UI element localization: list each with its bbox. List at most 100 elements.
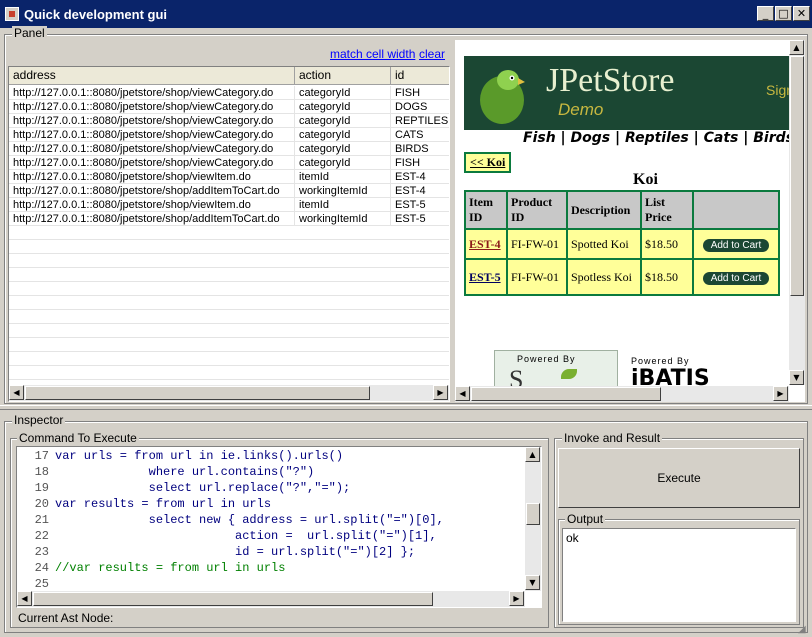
browser-vscroll-thumb[interactable] (790, 56, 804, 296)
code-text[interactable]: var urls = from url in ie.links().urls() (55, 449, 343, 463)
column-header-action[interactable]: action (295, 67, 391, 85)
table-row[interactable]: http://127.0.0.1::8080/jpetstore/shop/vi… (9, 114, 449, 128)
code-text[interactable]: id = url.split("=")[2] }; (55, 545, 415, 559)
address-cell[interactable]: http://127.0.0.1::8080/jpetstore/shop/vi… (9, 156, 295, 170)
nav-cats[interactable]: Cats (704, 130, 739, 146)
id-cell[interactable]: CATS (391, 128, 449, 142)
id-cell[interactable]: EST-4 (391, 184, 449, 198)
action-cell[interactable]: itemId (295, 170, 391, 184)
code-text[interactable]: //var results = from url in urls (55, 561, 285, 575)
scroll-up-arrow-icon[interactable]: ▲ (525, 447, 540, 462)
action-cell[interactable]: categoryId (295, 100, 391, 114)
add-to-cart-button[interactable]: Add to Cart (702, 238, 770, 252)
address-cell[interactable]: http://127.0.0.1::8080/jpetstore/shop/vi… (9, 114, 295, 128)
address-cell[interactable]: http://127.0.0.1::8080/jpetstore/shop/vi… (9, 86, 295, 100)
invoke-label: Invoke and Result (562, 431, 663, 445)
horizontal-splitter[interactable] (0, 405, 812, 410)
scroll-right-arrow-icon[interactable]: ▶ (773, 386, 788, 401)
execute-button[interactable]: Execute (558, 448, 800, 508)
id-cell[interactable]: DOGS (391, 100, 449, 114)
action-cell[interactable]: categoryId (295, 86, 391, 100)
scroll-right-arrow-icon[interactable]: ▶ (433, 385, 448, 400)
scroll-down-arrow-icon[interactable]: ▼ (525, 575, 540, 590)
action-cell[interactable]: workingItemId (295, 184, 391, 198)
table-row[interactable]: http://127.0.0.1::8080/jpetstore/shop/vi… (9, 170, 449, 184)
action-cell[interactable]: categoryId (295, 114, 391, 128)
code-text[interactable]: action = url.split("=")[1], (55, 529, 437, 543)
code-text[interactable]: select new { address = url.split("=")[0]… (55, 513, 444, 527)
table-row[interactable]: http://127.0.0.1::8080/jpetstore/shop/vi… (9, 100, 449, 114)
id-cell[interactable]: EST-5 (391, 212, 449, 226)
add-to-cart-button[interactable]: Add to Cart (702, 271, 770, 285)
scroll-left-arrow-icon[interactable]: ◀ (455, 386, 470, 401)
grid-hscroll-thumb[interactable] (25, 386, 370, 400)
table-row[interactable]: http://127.0.0.1::8080/jpetstore/shop/ad… (9, 184, 449, 198)
id-cell[interactable]: FISH (391, 156, 449, 170)
browser-hscroll-thumb[interactable] (471, 387, 661, 401)
browser-hscrollbar[interactable]: ◀ ▶ (455, 386, 789, 402)
action-cell[interactable]: categoryId (295, 142, 391, 156)
action-cell[interactable]: categoryId (295, 156, 391, 170)
address-cell[interactable]: http://127.0.0.1::8080/jpetstore/shop/vi… (9, 142, 295, 156)
code-text[interactable]: select url.replace("?","="); (55, 481, 351, 495)
nav-reptiles[interactable]: Reptiles (625, 130, 689, 146)
line-number: 17 (34, 449, 49, 463)
id-cell[interactable]: BIRDS (391, 142, 449, 156)
table-row[interactable]: http://127.0.0.1::8080/jpetstore/shop/ad… (9, 212, 449, 226)
powered-by-spring-badge[interactable]: Powered By S (494, 350, 618, 388)
output-textbox[interactable]: ok (562, 528, 796, 622)
address-cell[interactable]: http://127.0.0.1::8080/jpetstore/shop/vi… (9, 100, 295, 114)
id-cell[interactable]: REPTILES (391, 114, 449, 128)
table-row[interactable]: http://127.0.0.1::8080/jpetstore/shop/vi… (9, 142, 449, 156)
column-header-id[interactable]: id (391, 67, 449, 85)
item-id-link[interactable]: EST-4 (464, 228, 508, 260)
scroll-down-arrow-icon[interactable]: ▼ (789, 370, 804, 385)
maximize-button[interactable]: □ (775, 6, 792, 21)
address-cell[interactable]: http://127.0.0.1::8080/jpetstore/shop/vi… (9, 128, 295, 142)
table-row[interactable]: http://127.0.0.1::8080/jpetstore/shop/vi… (9, 128, 449, 142)
browser-vscrollbar[interactable]: ▲ ▼ (789, 40, 805, 385)
id-cell[interactable]: EST-5 (391, 198, 449, 212)
address-cell[interactable]: http://127.0.0.1::8080/jpetstore/shop/ad… (9, 184, 295, 198)
match-cell-width-link[interactable]: match cell width (330, 47, 415, 61)
title-bar[interactable]: Quick development gui _ □ ✕ (0, 0, 812, 28)
action-cell[interactable]: categoryId (295, 128, 391, 142)
action-cell[interactable]: itemId (295, 198, 391, 212)
nav-birds[interactable]: Birds (753, 130, 794, 146)
table-row[interactable]: http://127.0.0.1::8080/jpetstore/shop/vi… (9, 86, 449, 100)
code-hscrollbar[interactable]: ◀ ▶ (17, 591, 525, 607)
table-row[interactable]: http://127.0.0.1::8080/jpetstore/shop/vi… (9, 156, 449, 170)
embedded-browser[interactable]: JPetStore Demo Sign Fish | Dogs | Reptil… (455, 40, 805, 402)
id-cell[interactable]: FISH (391, 86, 449, 100)
address-cell[interactable]: http://127.0.0.1::8080/jpetstore/shop/vi… (9, 170, 295, 184)
code-text[interactable]: var results = from url in urls (55, 497, 271, 511)
address-cell[interactable]: http://127.0.0.1::8080/jpetstore/shop/vi… (9, 198, 295, 212)
grid-hscrollbar[interactable]: ◀ ▶ (9, 385, 449, 401)
minimize-button[interactable]: _ (757, 6, 774, 21)
scroll-up-arrow-icon[interactable]: ▲ (789, 40, 804, 55)
nav-fish[interactable]: Fish (523, 130, 556, 146)
code-editor[interactable]: 17 var urls = from url in ie.links().urls… (16, 446, 542, 608)
results-grid[interactable]: address action id http://127.0.0.1::8080… (8, 66, 450, 402)
code-line: 22 action = url.split("=")[1], (17, 529, 437, 545)
action-cell[interactable]: workingItemId (295, 212, 391, 226)
scroll-left-arrow-icon[interactable]: ◀ (9, 385, 24, 400)
id-cell[interactable]: EST-4 (391, 170, 449, 184)
scroll-right-arrow-icon[interactable]: ▶ (509, 591, 524, 606)
code-vscrollbar[interactable]: ▲ ▼ (525, 447, 541, 591)
jpetstore-banner[interactable]: JPetStore Demo Sign (464, 56, 794, 130)
resize-grip-icon[interactable]: ◢ (798, 624, 810, 636)
code-hscroll-thumb[interactable] (33, 592, 433, 606)
item-id-link[interactable]: EST-5 (464, 258, 508, 296)
nav-dogs[interactable]: Dogs (571, 130, 611, 146)
clear-link[interactable]: clear (419, 47, 445, 61)
code-vscroll-thumb[interactable] (526, 503, 540, 525)
code-text[interactable]: where url.contains("?") (55, 465, 315, 479)
column-header-address[interactable]: address (9, 67, 295, 85)
spring-logo-icon: S (509, 365, 524, 388)
table-row[interactable]: http://127.0.0.1::8080/jpetstore/shop/vi… (9, 198, 449, 212)
close-button[interactable]: ✕ (793, 6, 810, 21)
scroll-left-arrow-icon[interactable]: ◀ (17, 591, 32, 606)
address-cell[interactable]: http://127.0.0.1::8080/jpetstore/shop/ad… (9, 212, 295, 226)
back-to-koi-link[interactable]: << Koi (464, 152, 512, 173)
